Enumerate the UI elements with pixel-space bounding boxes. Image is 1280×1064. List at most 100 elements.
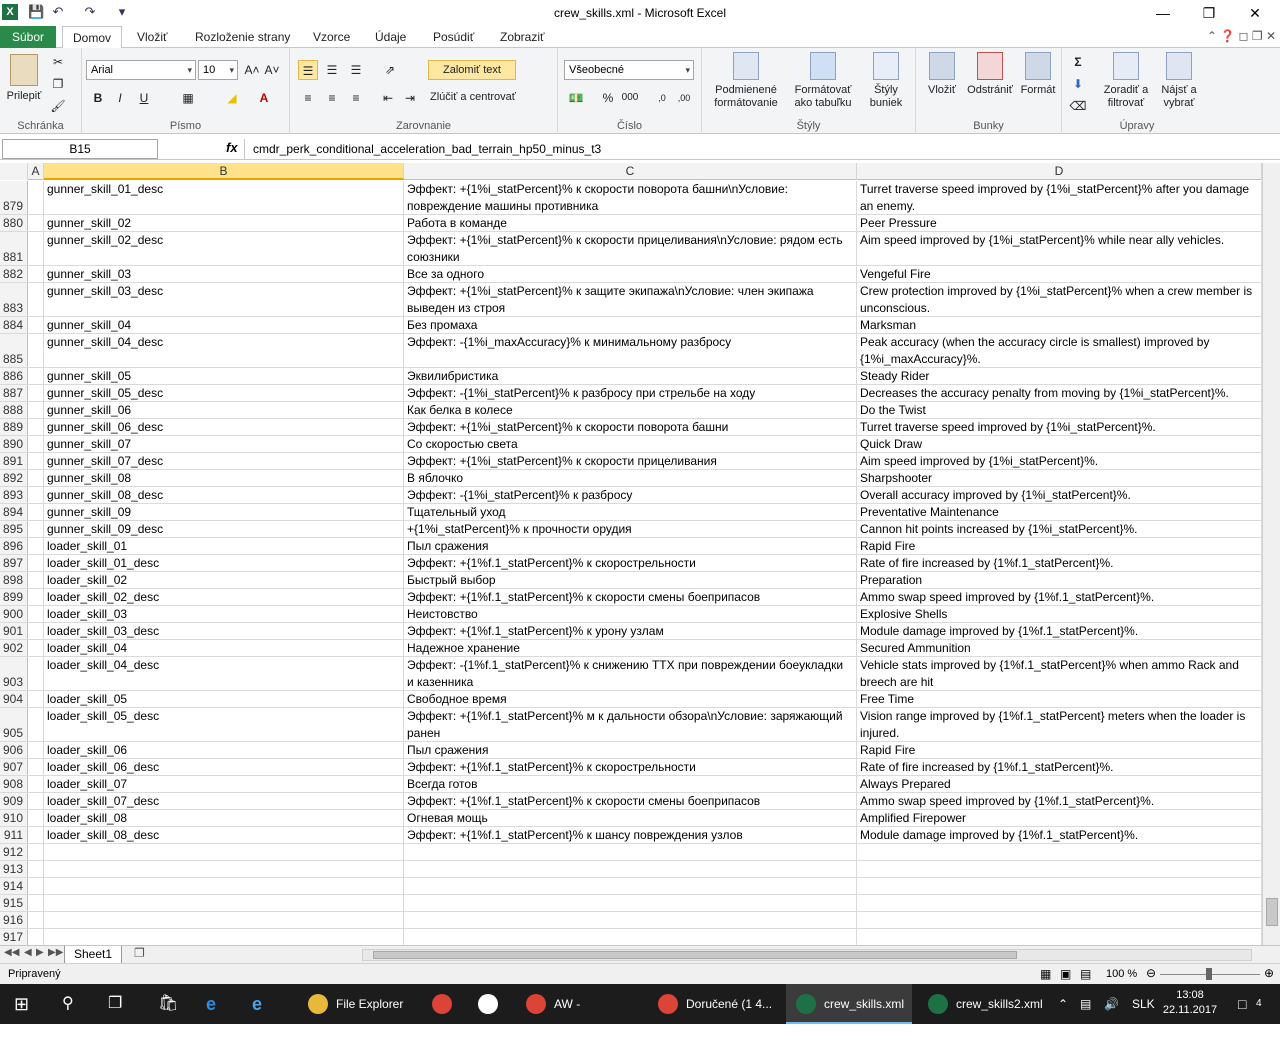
row-header[interactable]: 901 [0, 623, 28, 639]
cell-c[interactable] [404, 861, 857, 877]
row-header[interactable]: 881 [0, 232, 28, 265]
cell-c[interactable]: Эффект: +{1%f.1_statPercent}% к скоростр… [404, 555, 857, 571]
taskbar-app[interactable] [422, 984, 466, 1024]
cell-b[interactable] [44, 878, 404, 894]
cell-a[interactable] [28, 385, 44, 401]
row-header[interactable]: 899 [0, 589, 28, 605]
format-painter-icon[interactable]: 🖌 [48, 96, 68, 116]
minimize-icon[interactable]: — [1140, 0, 1186, 26]
delete-cells-button[interactable]: Odstrániť [964, 52, 1016, 97]
cell-b[interactable]: gunner_skill_03 [44, 266, 404, 282]
tab-page-layout[interactable]: Rozloženie strany [195, 26, 290, 48]
row-header[interactable]: 885 [0, 334, 28, 367]
cell-c[interactable]: Эффект: +{1%i_statPercent}% к скорости п… [404, 232, 857, 265]
row-header[interactable]: 910 [0, 810, 28, 826]
zoom-slider-handle[interactable] [1206, 968, 1212, 980]
cell-b[interactable]: loader_skill_02 [44, 572, 404, 588]
cell-c[interactable]: Эффект: -{1%i_maxAccuracy}% к минимально… [404, 334, 857, 367]
cell-a[interactable] [28, 929, 44, 945]
cell-c[interactable]: Эффект: +{1%i_statPercent}% к скорости п… [404, 453, 857, 469]
cell-b[interactable]: loader_skill_07_desc [44, 793, 404, 809]
horizontal-scrollbar[interactable] [362, 949, 1252, 961]
wrap-text-button[interactable]: Zalomiť text [428, 60, 516, 80]
cell-d[interactable]: Steady Rider [857, 368, 1262, 384]
cell-c[interactable] [404, 912, 857, 928]
taskbar-app[interactable] [468, 984, 512, 1024]
increase-decimal-icon[interactable]: ,0 [652, 88, 672, 108]
font-color-icon[interactable]: A [254, 88, 274, 108]
grow-font-icon[interactable]: A˄ [242, 60, 262, 80]
font-name-select[interactable]: Arial [86, 60, 196, 80]
cell-c[interactable]: Со скоростью света [404, 436, 857, 452]
cell-b[interactable]: loader_skill_03_desc [44, 623, 404, 639]
cell-a[interactable] [28, 589, 44, 605]
row-header[interactable]: 897 [0, 555, 28, 571]
tab-formulas[interactable]: Vzorce [313, 26, 350, 48]
cell-d[interactable]: Ammo swap speed improved by {1%f.1_statP… [857, 589, 1262, 605]
sheet-nav-first-icon[interactable]: ◀◀ [4, 947, 19, 958]
cell-b[interactable]: gunner_skill_07_desc [44, 453, 404, 469]
row-header[interactable]: 879 [0, 181, 28, 214]
cell-c[interactable]: Работа в команде [404, 215, 857, 231]
cell-d[interactable]: Aim speed improved by {1%i_statPercent}%… [857, 232, 1262, 265]
cell-b[interactable]: gunner_skill_08_desc [44, 487, 404, 503]
cell-d[interactable]: Turret traverse speed improved by {1%i_s… [857, 419, 1262, 435]
cell-d[interactable]: Free Time [857, 691, 1262, 707]
sort-filter-button[interactable]: Zoradiť a filtrovať [1098, 52, 1154, 110]
fill-icon[interactable]: ⬇ [1068, 74, 1088, 94]
row-header[interactable]: 903 [0, 657, 28, 690]
cell-c[interactable]: Пыл сражения [404, 538, 857, 554]
cell-c[interactable]: Эффект: -{1%i_statPercent}% к разбросу [404, 487, 857, 503]
decrease-indent-icon[interactable]: ⇤ [378, 88, 398, 108]
row-header[interactable]: 917 [0, 929, 28, 945]
format-cells-button[interactable]: Formát [1018, 52, 1058, 97]
cell-b[interactable]: gunner_skill_08 [44, 470, 404, 486]
cell-c[interactable]: Огневая мощь [404, 810, 857, 826]
select-all-corner[interactable] [0, 163, 28, 180]
vertical-scroll-thumb[interactable] [1266, 898, 1278, 926]
formula-input[interactable]: cmdr_perk_conditional_acceleration_bad_t… [244, 139, 1264, 159]
page-break-view-icon[interactable]: ▤ [1080, 967, 1091, 981]
number-format-select[interactable]: Všeobecné [564, 60, 694, 80]
row-header[interactable]: 880 [0, 215, 28, 231]
align-center-icon[interactable]: ≡ [322, 88, 342, 108]
cell-b[interactable]: loader_skill_07 [44, 776, 404, 792]
tab-home[interactable]: Domov [62, 26, 123, 49]
cell-b[interactable]: loader_skill_02_desc [44, 589, 404, 605]
cell-b[interactable]: loader_skill_03 [44, 606, 404, 622]
cell-a[interactable] [28, 334, 44, 367]
language-indicator[interactable]: SLK [1132, 984, 1155, 1024]
cell-d[interactable]: Crew protection improved by {1%i_statPer… [857, 283, 1262, 316]
row-header[interactable]: 890 [0, 436, 28, 452]
cell-c[interactable]: Эффект: -{1%i_statPercent}% к разбросу п… [404, 385, 857, 401]
autosum-icon[interactable]: Σ [1068, 52, 1088, 72]
cell-a[interactable] [28, 759, 44, 775]
cell-a[interactable] [28, 810, 44, 826]
page-layout-view-icon[interactable]: ▣ [1060, 967, 1071, 981]
cell-d[interactable]: Preventative Maintenance [857, 504, 1262, 520]
taskbar-app[interactable]: crew_skills2.xml [918, 984, 1048, 1024]
cell-c[interactable] [404, 895, 857, 911]
row-header[interactable]: 896 [0, 538, 28, 554]
restore-icon[interactable]: ❐ [1186, 0, 1232, 26]
conditional-formatting-button[interactable]: Podmienené formátovanie [706, 52, 786, 110]
percent-icon[interactable]: % [598, 88, 618, 108]
cell-d[interactable]: Ammo swap speed improved by {1%f.1_statP… [857, 793, 1262, 809]
cell-d[interactable]: Rate of fire increased by {1%f.1_statPer… [857, 555, 1262, 571]
tab-data[interactable]: Údaje [375, 26, 406, 48]
cell-b[interactable]: gunner_skill_05 [44, 368, 404, 384]
row-header[interactable]: 898 [0, 572, 28, 588]
cell-d[interactable] [857, 929, 1262, 945]
volume-icon[interactable]: 🔊 [1104, 984, 1119, 1024]
cell-c[interactable] [404, 844, 857, 860]
edge-icon[interactable]: e [206, 984, 216, 1024]
cell-d[interactable]: Explosive Shells [857, 606, 1262, 622]
cell-d[interactable]: Overall accuracy improved by {1%i_statPe… [857, 487, 1262, 503]
row-header[interactable]: 886 [0, 368, 28, 384]
cell-d[interactable]: Rate of fire increased by {1%f.1_statPer… [857, 759, 1262, 775]
insert-function-icon[interactable]: fx [226, 140, 238, 155]
cell-c[interactable]: Надежное хранение [404, 640, 857, 656]
cell-c[interactable]: Эффект: +{1%i_statPercent}% к скорости п… [404, 419, 857, 435]
cell-b[interactable]: loader_skill_06 [44, 742, 404, 758]
cell-c[interactable]: Без промаха [404, 317, 857, 333]
